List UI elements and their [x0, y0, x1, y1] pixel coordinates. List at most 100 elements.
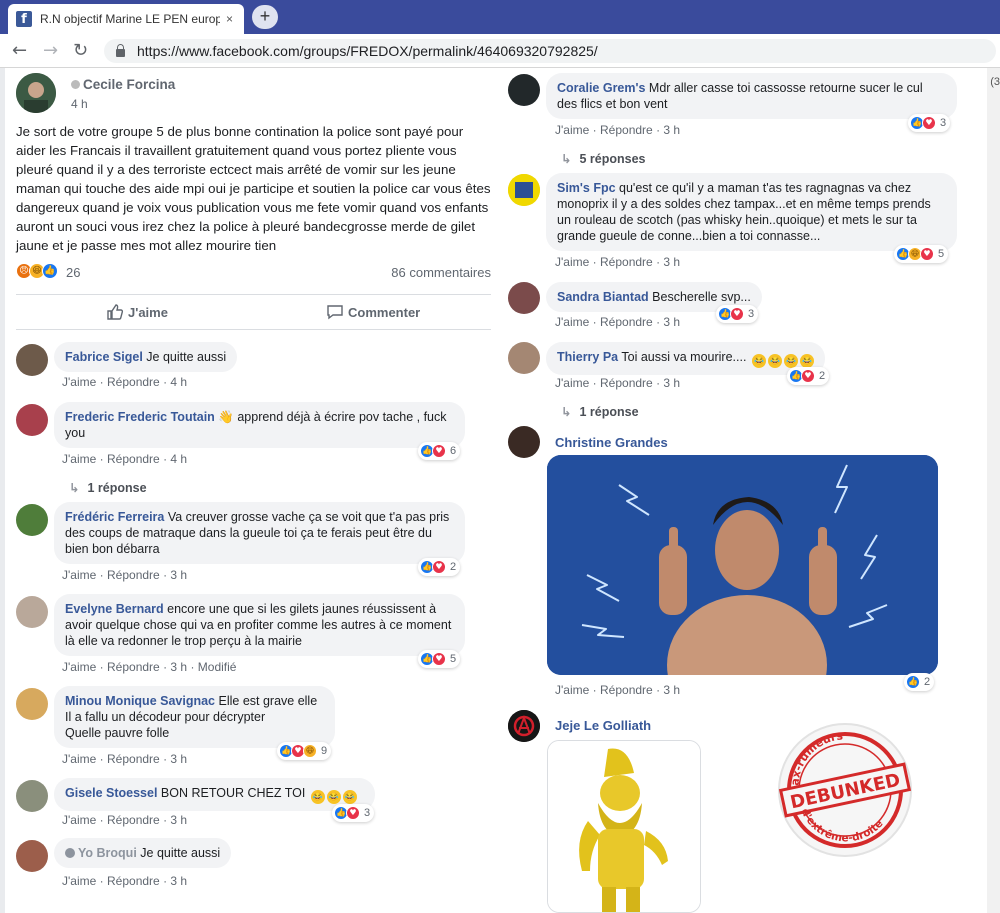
commenter-name[interactable]: Sandra Biantad — [557, 290, 649, 304]
commenter-avatar[interactable] — [508, 426, 540, 458]
comment-reaction-count[interactable]: 👍 ♥ 3 — [332, 804, 375, 822]
forward-arrow-icon[interactable]: → — [43, 40, 58, 61]
comment-like-link[interactable]: J'aime — [555, 683, 589, 697]
comment-reply-link[interactable]: Répondre — [600, 376, 653, 390]
comment-reaction-count[interactable]: 👍 ♥ 😆 9 — [277, 742, 332, 760]
comment-like-link[interactable]: J'aime — [62, 660, 96, 674]
comment-time[interactable]: 4 h — [170, 375, 187, 389]
edited-label[interactable]: Modifié — [198, 660, 237, 674]
comment-like-link[interactable]: J'aime — [62, 568, 96, 582]
comment-reply-link[interactable]: Répondre — [600, 255, 653, 269]
commenter-avatar[interactable] — [16, 504, 48, 536]
close-tab-icon[interactable]: × — [226, 12, 233, 26]
commenter-name[interactable]: Frederic Frederic Toutain — [65, 410, 215, 424]
comment-reply-link[interactable]: Répondre — [600, 123, 653, 137]
post-author-avatar[interactable] — [16, 73, 56, 113]
comment-reply-link[interactable]: Répondre — [107, 375, 160, 389]
back-arrow-icon[interactable]: ← — [12, 40, 27, 61]
comment-time[interactable]: 3 h — [170, 568, 187, 582]
meta-separator: · — [99, 568, 104, 582]
comment-reply-link[interactable]: Répondre — [107, 874, 160, 888]
commenter-avatar[interactable] — [508, 342, 540, 374]
post-author-name[interactable]: Cecile Forcina — [71, 77, 175, 92]
comment-time[interactable]: 3 h — [663, 123, 680, 137]
commenter-avatar[interactable] — [16, 840, 48, 872]
comment-reaction-count[interactable]: 👍 ♥ 3 — [716, 305, 759, 323]
reply-arrow-icon: ↳ — [69, 480, 80, 495]
comment-image[interactable] — [547, 740, 701, 913]
commenter-name[interactable]: Jeje Le Golliath — [555, 718, 651, 733]
comment-reaction-count[interactable]: 👍 ♥ 3 — [908, 114, 951, 132]
view-replies-link[interactable]: ↳ 1 réponse — [69, 480, 147, 495]
comment-reply-link[interactable]: Répondre — [107, 660, 160, 674]
comment-time[interactable]: 3 h — [170, 813, 187, 827]
commenter-name[interactable]: Sim's Fpc — [557, 181, 616, 195]
commenter-name[interactable]: Frédéric Ferreira — [65, 510, 164, 524]
comment-actions: J'aime · Répondre · 3 h — [555, 376, 680, 390]
post-comment-count[interactable]: 86 commentaires — [391, 265, 491, 280]
commenter-avatar[interactable] — [508, 282, 540, 314]
comment-reply-link[interactable]: Répondre — [107, 452, 160, 466]
post-reactions-summary[interactable]: 😠 😆 👍 26 86 commentaires — [16, 263, 491, 283]
comment-like-link[interactable]: J'aime — [555, 255, 589, 269]
comment-time[interactable]: 3 h — [170, 660, 187, 674]
commenter-avatar[interactable] — [508, 74, 540, 106]
comment-like-link[interactable]: J'aime — [555, 315, 589, 329]
comment-reaction-count[interactable]: 👍 ♥ 2 — [787, 367, 830, 385]
comment-reply-link[interactable]: Répondre — [600, 683, 653, 697]
like-button[interactable]: J'aime — [106, 304, 168, 320]
comment-time[interactable]: 4 h — [170, 452, 187, 466]
commenter-avatar[interactable] — [508, 174, 540, 206]
comment-time[interactable]: 3 h — [170, 752, 187, 766]
comment-image[interactable] — [547, 455, 938, 675]
comment-time[interactable]: 3 h — [663, 376, 680, 390]
view-replies-link[interactable]: ↳ 5 réponses — [561, 151, 646, 166]
comment-time[interactable]: 3 h — [170, 874, 187, 888]
comment-button[interactable]: Commenter — [326, 304, 420, 320]
view-replies-link[interactable]: ↳ 1 réponse — [561, 404, 639, 419]
page-scrollbar[interactable]: (3 — [987, 68, 1000, 913]
comment-like-link[interactable]: J'aime — [555, 376, 589, 390]
commenter-avatar[interactable] — [16, 688, 48, 720]
commenter-name[interactable]: Fabrice Sigel — [65, 350, 143, 364]
comment-like-link[interactable]: J'aime — [62, 874, 96, 888]
commenter-name[interactable]: Gisele Stoessel — [65, 786, 157, 800]
commenter-avatar[interactable] — [16, 404, 48, 436]
reaction-number: 9 — [321, 745, 328, 757]
comment-text-line: Elle est grave elle — [218, 694, 318, 708]
comment-time[interactable]: 3 h — [663, 315, 680, 329]
comment-reply-link[interactable]: Répondre — [600, 315, 653, 329]
reaction-number: 5 — [450, 653, 457, 665]
browser-tab[interactable]: f R.N objectif Marine LE PEN europ × — [8, 4, 244, 34]
post-timestamp[interactable]: 4 h — [71, 97, 88, 111]
comment-reaction-count[interactable]: 👍 ♥ 6 — [418, 442, 461, 460]
commenter-avatar[interactable] — [16, 344, 48, 376]
comment-reply-link[interactable]: Répondre — [107, 813, 160, 827]
commenter-name[interactable]: Coralie Grem's — [557, 81, 645, 95]
comment-like-link[interactable]: J'aime — [62, 752, 96, 766]
commenter-name[interactable]: Minou Monique Savignac — [65, 694, 215, 708]
comment-reaction-count[interactable]: 👍 ♥ 5 — [418, 650, 461, 668]
comment-reaction-count[interactable]: 👍 ♥ 2 — [418, 558, 461, 576]
comment-reply-link[interactable]: Répondre — [107, 568, 160, 582]
new-tab-button[interactable]: + — [252, 5, 278, 29]
commenter-avatar[interactable] — [16, 596, 48, 628]
comment-time[interactable]: 3 h — [663, 255, 680, 269]
comment-bubble: Thierry Pa Toi aussi va mourire.... 😂 😂 😂 😂 — [546, 342, 825, 375]
commenter-name[interactable]: Thierry Pa — [557, 350, 618, 364]
comment-like-link[interactable]: J'aime — [62, 452, 96, 466]
url-field[interactable]: https://www.facebook.com/groups/FREDOX/p… — [104, 39, 996, 63]
comment-reaction-count[interactable]: 👍 2 — [904, 673, 935, 691]
commenter-name[interactable]: Christine Grandes — [555, 435, 668, 450]
comment-like-link[interactable]: J'aime — [555, 123, 589, 137]
comment-like-link[interactable]: J'aime — [62, 375, 96, 389]
comment-reply-link[interactable]: Répondre — [107, 752, 160, 766]
commenter-avatar[interactable] — [16, 780, 48, 812]
comment-reaction-count[interactable]: 👍 😆 ♥ 5 — [894, 245, 949, 263]
comment-like-link[interactable]: J'aime — [62, 813, 96, 827]
commenter-avatar[interactable] — [508, 710, 540, 742]
comment-time[interactable]: 3 h — [663, 683, 680, 697]
commenter-name[interactable]: Evelyne Bernard — [65, 602, 164, 616]
commenter-name[interactable]: Yo Broqui — [65, 846, 137, 860]
reload-icon[interactable]: ↻ — [73, 40, 88, 61]
